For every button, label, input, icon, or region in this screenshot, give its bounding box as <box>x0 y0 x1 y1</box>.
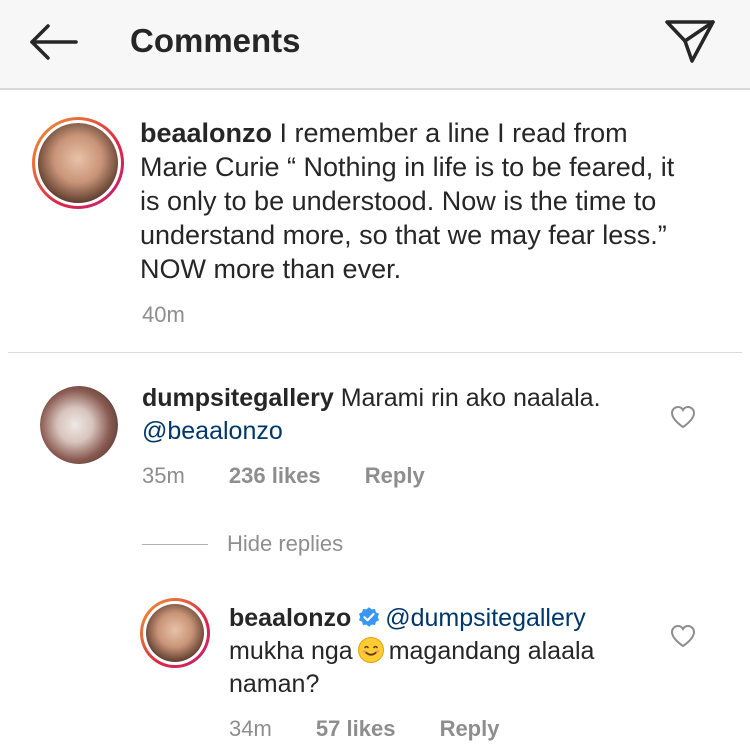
reply-mention[interactable]: @dumpsitegallery <box>385 604 585 632</box>
caption-text: beaalonzo I remember a line I read from … <box>140 116 680 286</box>
smiling-face-emoji-icon <box>357 636 385 664</box>
reply-body-part1: mukha nga <box>229 637 353 665</box>
comment-time: 35m <box>142 463 185 488</box>
comment-meta: 35m 236 likes Reply <box>142 463 463 489</box>
comment-likes[interactable]: 236 likes <box>229 463 321 488</box>
hide-replies-button[interactable]: Hide replies <box>227 531 343 557</box>
reply-likes[interactable]: 57 likes <box>316 716 396 741</box>
reply-button[interactable]: Reply <box>365 463 425 488</box>
like-heart-icon[interactable] <box>670 624 696 648</box>
reply-text: beaalonzo @dumpsitegallery mukha nga mag… <box>229 602 659 701</box>
direct-send-icon[interactable] <box>662 14 718 66</box>
verified-badge-icon <box>357 605 381 629</box>
comment-mention[interactable]: @beaalonzo <box>142 417 283 445</box>
avatar-image <box>146 604 204 662</box>
reply-time: 34m <box>229 716 272 741</box>
avatar[interactable] <box>32 117 124 209</box>
like-heart-icon[interactable] <box>670 405 696 429</box>
comment-body: Marami rin ako naalala. <box>340 384 601 412</box>
caption-username[interactable]: beaalonzo <box>140 118 272 148</box>
caption-time: 40m <box>142 302 185 327</box>
replies-divider <box>142 544 208 545</box>
reply-username[interactable]: beaalonzo <box>229 604 351 632</box>
back-arrow-icon[interactable] <box>26 20 82 64</box>
avatar-image <box>38 123 118 203</box>
reply-meta: 34m 57 likes Reply <box>229 716 537 742</box>
avatar[interactable] <box>140 598 210 668</box>
avatar[interactable] <box>40 386 118 464</box>
reply-button[interactable]: Reply <box>440 716 500 741</box>
caption-meta: 40m <box>142 302 223 328</box>
avatar-image <box>40 386 118 464</box>
comment-username[interactable]: dumpsitegallery <box>142 384 334 412</box>
header-bar: Comments <box>0 0 750 90</box>
divider <box>8 352 742 353</box>
comment-text: dumpsitegallery Marami rin ako naalala. … <box>142 382 662 448</box>
page-title: Comments <box>130 22 301 59</box>
